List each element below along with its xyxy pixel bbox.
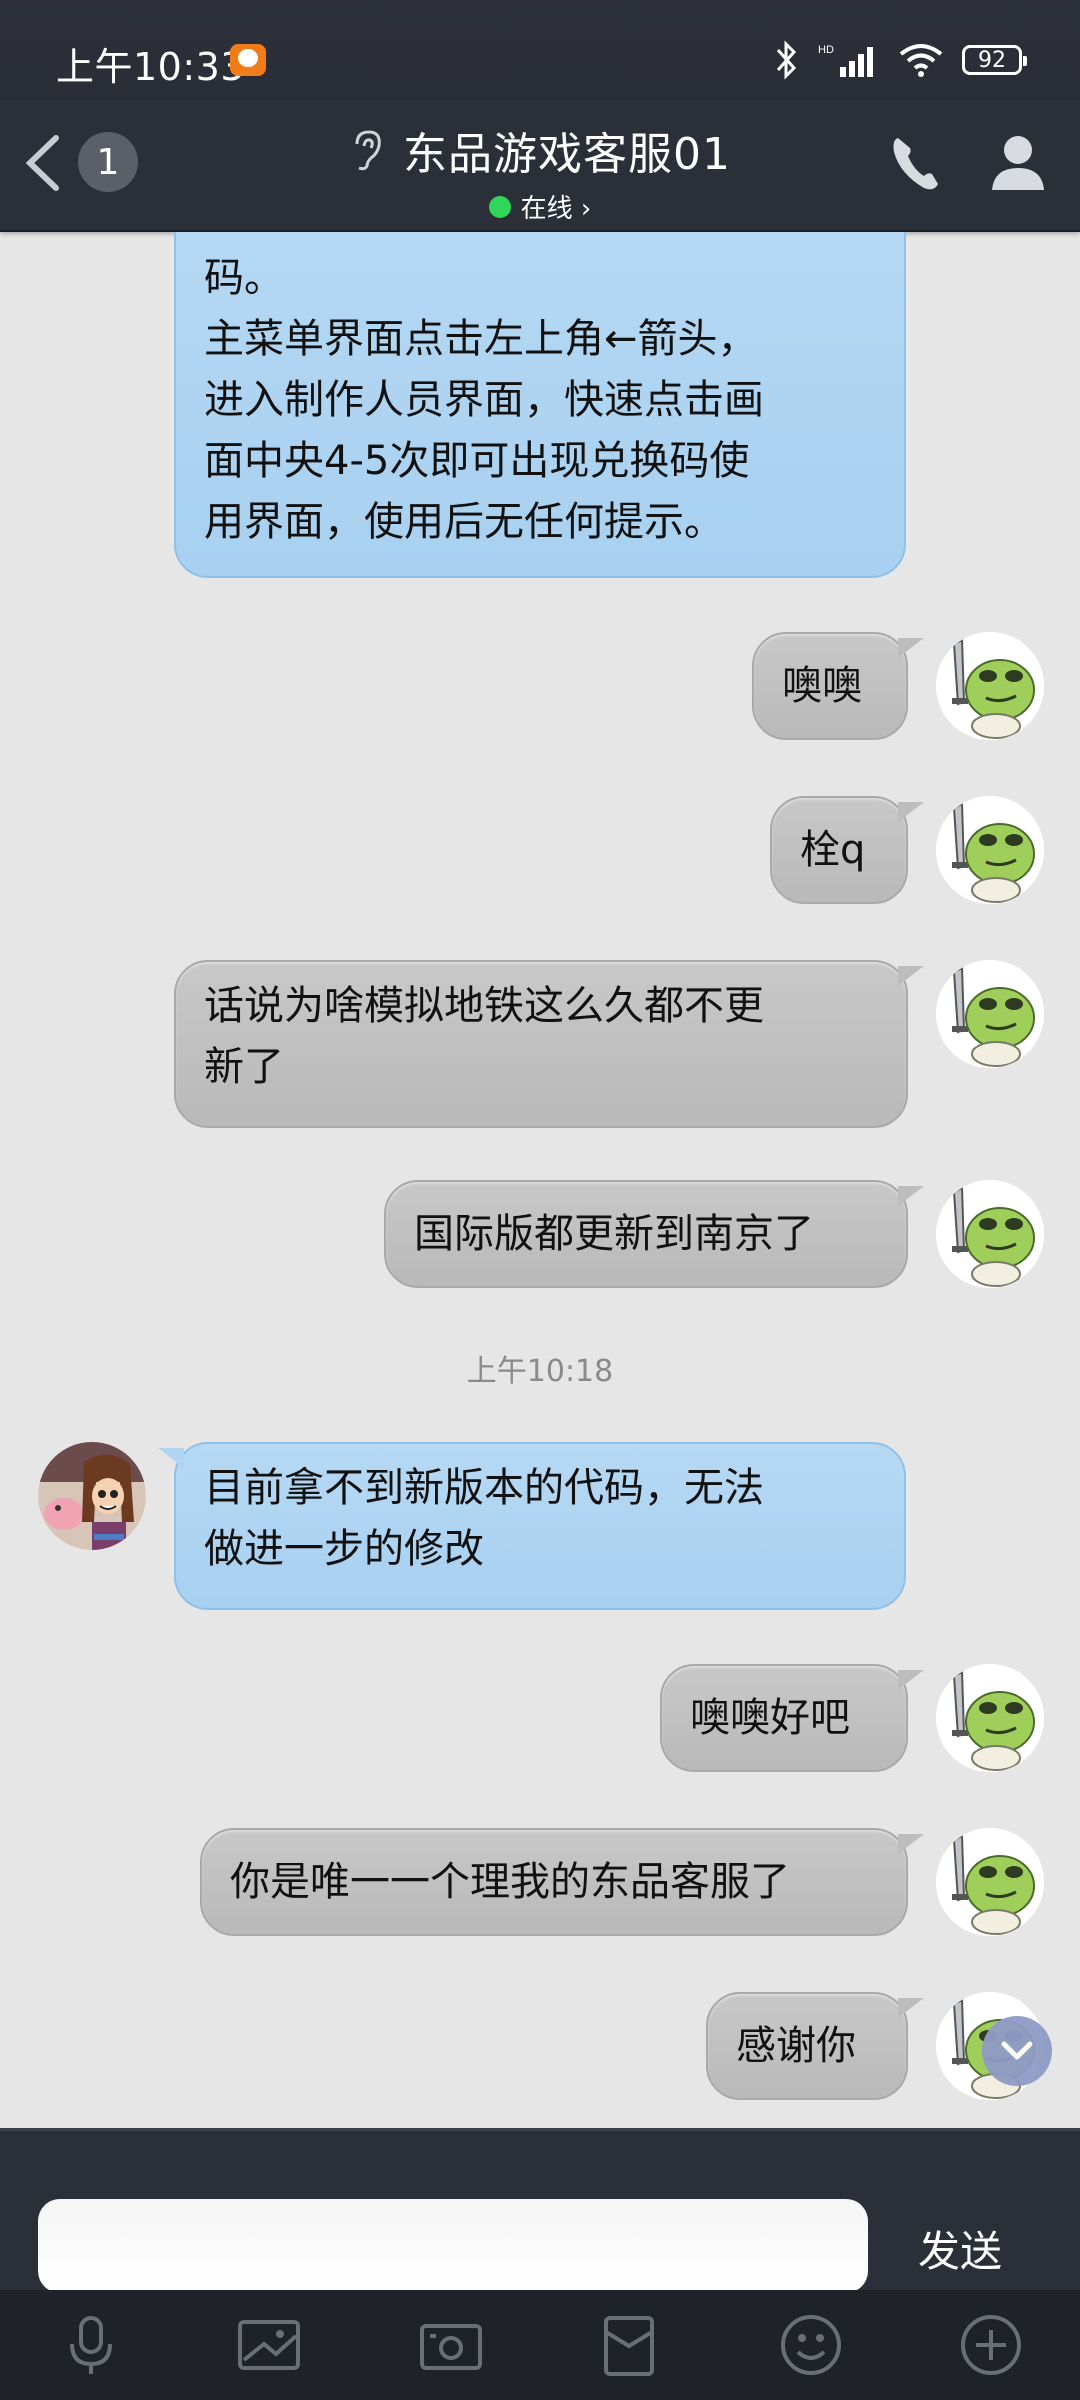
frog-avatar-icon <box>936 632 1044 740</box>
frog-avatar-icon <box>936 1664 1044 1772</box>
wifi-icon <box>899 44 943 77</box>
message-text: 感谢你 <box>736 2022 856 2069</box>
sent-message-bubble[interactable]: 话说为啥模拟地铁这么久都不更 新了 <box>174 960 924 1128</box>
my-avatar[interactable] <box>936 632 1044 740</box>
chevron-down-icon <box>1001 2041 1033 2060</box>
online-label: 在线 › <box>520 194 592 224</box>
message-input[interactable] <box>38 2199 868 2293</box>
my-avatar[interactable] <box>936 1180 1044 1288</box>
mic-icon[interactable] <box>56 2310 126 2380</box>
battery-indicator: 92 <box>962 45 1027 75</box>
status-time: 上午10:33 <box>56 45 246 89</box>
status-icons: HD 92 <box>772 40 1027 80</box>
sent-message-bubble[interactable]: 噢噢好吧 <box>660 1664 924 1772</box>
my-avatar[interactable] <box>936 1828 1044 1936</box>
status-bar: 上午10:33 HD 92 <box>0 0 1080 100</box>
message-text: 码。 主菜单界面点击左上角←箭头， 进入制作人员界面，快速点击画 面中央4-5次… <box>204 255 764 545</box>
my-avatar[interactable] <box>936 1664 1044 1772</box>
message-text: 目前拿不到新版本的代码，无法 做进一步的修改 <box>204 1465 764 1572</box>
plus-icon[interactable] <box>956 2310 1026 2380</box>
emoji-icon[interactable] <box>776 2310 846 2380</box>
chat-header: 1 东品游戏客服01 在线 › <box>0 100 1080 232</box>
sent-message-bubble[interactable]: 你是唯一一个理我的东品客服了 <box>200 1828 924 1936</box>
red-packet-icon[interactable] <box>594 2310 664 2380</box>
scroll-to-bottom-button[interactable] <box>982 2016 1052 2086</box>
message-text: 噢噢 <box>782 662 862 709</box>
signal-icon: HD <box>818 44 873 77</box>
app-notification-icon <box>230 44 266 76</box>
sent-message-bubble[interactable]: 感谢你 <box>706 1992 924 2100</box>
ear-icon[interactable] <box>349 128 385 172</box>
send-button[interactable]: 发送 <box>900 2213 1020 2283</box>
frog-avatar-icon <box>936 1180 1044 1288</box>
cartoon-girl-avatar-icon <box>38 1442 146 1550</box>
message-timestamp: 上午10:18 <box>466 1354 614 1389</box>
message-text: 你是唯一一个理我的东品客服了 <box>230 1858 790 1905</box>
chat-message-list[interactable]: 码。 主菜单界面点击左上角←箭头， 进入制作人员界面，快速点击画 面中央4-5次… <box>0 232 1080 2128</box>
frog-avatar-icon <box>936 796 1044 904</box>
image-icon[interactable] <box>234 2310 304 2380</box>
chat-title: 东品游戏客服01 <box>403 129 731 180</box>
agent-avatar[interactable] <box>38 1442 146 1550</box>
message-input-bar: 发送 <box>0 2128 1080 2293</box>
sent-message-bubble[interactable]: 国际版都更新到南京了 <box>384 1180 924 1288</box>
message-text: 噢噢好吧 <box>690 1694 850 1741</box>
sent-message-bubble[interactable]: 栓q <box>770 796 924 904</box>
svg-text:HD: HD <box>818 44 834 56</box>
message-text: 话说为啥模拟地铁这么久都不更 新了 <box>204 983 764 1090</box>
sent-message-bubble[interactable]: 噢噢 <box>752 632 924 740</box>
message-text: 栓q <box>800 826 866 873</box>
message-text: 国际版都更新到南京了 <box>414 1210 814 1257</box>
bluetooth-icon <box>776 40 797 80</box>
received-message-bubble[interactable]: 目前拿不到新版本的代码，无法 做进一步的修改 <box>158 1442 906 1610</box>
my-avatar[interactable] <box>936 960 1044 1068</box>
frog-avatar-icon <box>936 1828 1044 1936</box>
input-tools-bar <box>0 2290 1080 2400</box>
frog-avatar-icon <box>936 960 1044 1068</box>
my-avatar[interactable] <box>936 796 1044 904</box>
camera-icon[interactable] <box>416 2310 486 2380</box>
online-dot <box>488 195 511 218</box>
phone-icon[interactable] <box>888 130 944 194</box>
person-icon[interactable] <box>986 130 1050 194</box>
received-message-bubble[interactable]: 码。 主菜单界面点击左上角←箭头， 进入制作人员界面，快速点击画 面中央4-5次… <box>174 232 906 578</box>
